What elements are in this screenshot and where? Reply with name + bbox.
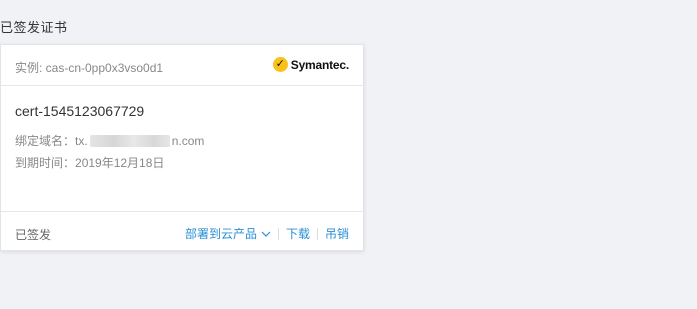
expire-label: 到期时间： [15,156,76,170]
expire-date: 2019年12月18日 [75,156,165,170]
bound-domain-row: 绑定域名： tx. n.com [15,132,204,149]
certificate-name: cert-1545123067729 [15,103,145,119]
deploy-dropdown-button[interactable]: 部署到云产品 [185,225,271,242]
status-text: 已签发 [15,228,52,242]
certificate-card: 实例: cas-cn-0pp0x3vso0d1 ✓ Symantec. cert… [0,44,364,251]
domain-suffix: n.com [171,133,205,148]
section-title: 已签发证书 [0,20,68,35]
bound-domain-label: 绑定域名： [15,134,76,148]
expire-row: 到期时间： 2019年12月18日 [15,154,164,171]
symantec-logo: ✓ Symantec. [272,57,349,72]
card-footer: 已签发 部署到云产品 下载 吊销 [1,211,363,252]
card-header: 实例: cas-cn-0pp0x3vso0d1 ✓ Symantec. [1,45,363,86]
brand-name: Symantec. [290,57,349,72]
download-link[interactable]: 下载 [286,225,310,242]
page: 已签发证书 实例: cas-cn-0pp0x3vso0d1 ✓ Symantec… [0,0,697,309]
revoke-link[interactable]: 吊销 [325,225,349,242]
instance-label: 实例: cas-cn-0pp0x3vso0d1 [15,61,164,75]
card-actions: 部署到云产品 下载 吊销 [185,225,349,242]
deploy-label: 部署到云产品 [184,227,257,241]
divider [316,227,318,240]
checkmark-icon: ✓ [272,57,288,72]
chevron-down-icon [261,231,271,237]
domain-prefix: tx. [75,133,88,148]
divider [277,227,279,240]
redacted-domain [89,134,170,147]
